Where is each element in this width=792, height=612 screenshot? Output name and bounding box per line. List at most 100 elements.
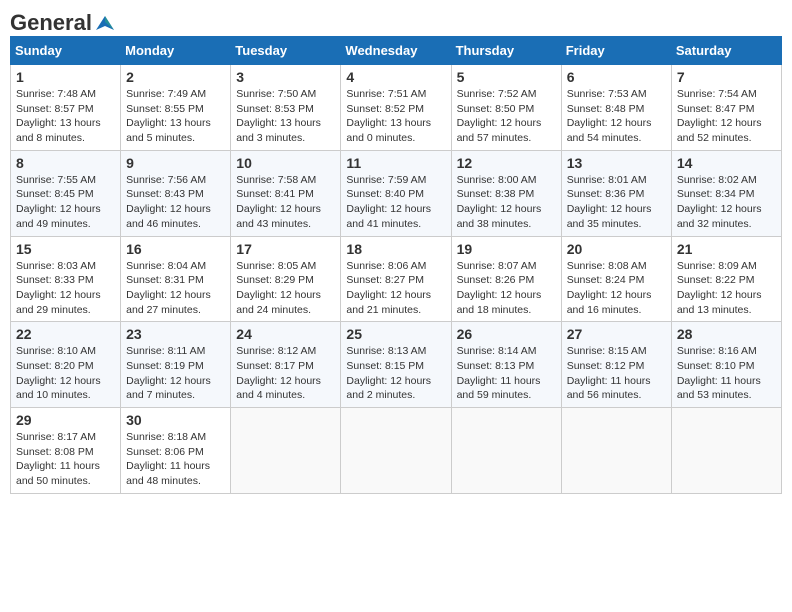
day-cell: 28 Sunrise: 8:16 AM Sunset: 8:10 PM Dayl… [671,322,781,408]
day-number: 17 [236,241,335,257]
day-cell: 20 Sunrise: 8:08 AM Sunset: 8:24 PM Dayl… [561,236,671,322]
day-cell: 23 Sunrise: 8:11 AM Sunset: 8:19 PM Dayl… [121,322,231,408]
logo-general: General [10,10,92,36]
day-cell: 24 Sunrise: 8:12 AM Sunset: 8:17 PM Dayl… [231,322,341,408]
day-cell: 21 Sunrise: 8:09 AM Sunset: 8:22 PM Dayl… [671,236,781,322]
day-number: 26 [457,326,556,342]
day-info: Sunrise: 8:03 AM Sunset: 8:33 PM Dayligh… [16,259,115,318]
day-info: Sunrise: 8:04 AM Sunset: 8:31 PM Dayligh… [126,259,225,318]
day-info: Sunrise: 8:07 AM Sunset: 8:26 PM Dayligh… [457,259,556,318]
day-number: 23 [126,326,225,342]
day-cell [671,408,781,494]
day-info: Sunrise: 7:59 AM Sunset: 8:40 PM Dayligh… [346,173,445,232]
day-info: Sunrise: 7:58 AM Sunset: 8:41 PM Dayligh… [236,173,335,232]
day-number: 11 [346,155,445,171]
day-cell: 19 Sunrise: 8:07 AM Sunset: 8:26 PM Dayl… [451,236,561,322]
day-info: Sunrise: 8:10 AM Sunset: 8:20 PM Dayligh… [16,344,115,403]
day-number: 13 [567,155,666,171]
day-info: Sunrise: 7:48 AM Sunset: 8:57 PM Dayligh… [16,87,115,146]
week-row-4: 22 Sunrise: 8:10 AM Sunset: 8:20 PM Dayl… [11,322,782,408]
day-cell: 8 Sunrise: 7:55 AM Sunset: 8:45 PM Dayli… [11,150,121,236]
day-info: Sunrise: 7:50 AM Sunset: 8:53 PM Dayligh… [236,87,335,146]
day-number: 27 [567,326,666,342]
day-info: Sunrise: 8:16 AM Sunset: 8:10 PM Dayligh… [677,344,776,403]
day-number: 15 [16,241,115,257]
day-cell: 16 Sunrise: 8:04 AM Sunset: 8:31 PM Dayl… [121,236,231,322]
day-cell: 26 Sunrise: 8:14 AM Sunset: 8:13 PM Dayl… [451,322,561,408]
weekday-header-saturday: Saturday [671,37,781,65]
day-number: 25 [346,326,445,342]
day-number: 4 [346,69,445,85]
day-number: 10 [236,155,335,171]
day-cell: 14 Sunrise: 8:02 AM Sunset: 8:34 PM Dayl… [671,150,781,236]
day-number: 22 [16,326,115,342]
day-info: Sunrise: 8:01 AM Sunset: 8:36 PM Dayligh… [567,173,666,232]
day-number: 5 [457,69,556,85]
weekday-header-wednesday: Wednesday [341,37,451,65]
day-info: Sunrise: 7:51 AM Sunset: 8:52 PM Dayligh… [346,87,445,146]
day-info: Sunrise: 7:55 AM Sunset: 8:45 PM Dayligh… [16,173,115,232]
day-number: 21 [677,241,776,257]
day-info: Sunrise: 8:11 AM Sunset: 8:19 PM Dayligh… [126,344,225,403]
day-number: 30 [126,412,225,428]
day-cell: 13 Sunrise: 8:01 AM Sunset: 8:36 PM Dayl… [561,150,671,236]
day-cell: 9 Sunrise: 7:56 AM Sunset: 8:43 PM Dayli… [121,150,231,236]
week-row-2: 8 Sunrise: 7:55 AM Sunset: 8:45 PM Dayli… [11,150,782,236]
day-cell: 11 Sunrise: 7:59 AM Sunset: 8:40 PM Dayl… [341,150,451,236]
day-cell: 25 Sunrise: 8:13 AM Sunset: 8:15 PM Dayl… [341,322,451,408]
day-cell: 2 Sunrise: 7:49 AM Sunset: 8:55 PM Dayli… [121,65,231,151]
day-cell: 4 Sunrise: 7:51 AM Sunset: 8:52 PM Dayli… [341,65,451,151]
day-info: Sunrise: 7:53 AM Sunset: 8:48 PM Dayligh… [567,87,666,146]
day-info: Sunrise: 8:00 AM Sunset: 8:38 PM Dayligh… [457,173,556,232]
weekday-header-tuesday: Tuesday [231,37,341,65]
day-number: 6 [567,69,666,85]
day-cell: 18 Sunrise: 8:06 AM Sunset: 8:27 PM Dayl… [341,236,451,322]
day-info: Sunrise: 7:52 AM Sunset: 8:50 PM Dayligh… [457,87,556,146]
week-row-3: 15 Sunrise: 8:03 AM Sunset: 8:33 PM Dayl… [11,236,782,322]
day-info: Sunrise: 8:09 AM Sunset: 8:22 PM Dayligh… [677,259,776,318]
day-info: Sunrise: 8:17 AM Sunset: 8:08 PM Dayligh… [16,430,115,489]
day-cell [231,408,341,494]
weekday-header-thursday: Thursday [451,37,561,65]
day-cell: 12 Sunrise: 8:00 AM Sunset: 8:38 PM Dayl… [451,150,561,236]
day-number: 2 [126,69,225,85]
day-cell: 30 Sunrise: 8:18 AM Sunset: 8:06 PM Dayl… [121,408,231,494]
day-info: Sunrise: 8:08 AM Sunset: 8:24 PM Dayligh… [567,259,666,318]
weekday-header-monday: Monday [121,37,231,65]
day-info: Sunrise: 7:56 AM Sunset: 8:43 PM Dayligh… [126,173,225,232]
day-info: Sunrise: 8:14 AM Sunset: 8:13 PM Dayligh… [457,344,556,403]
day-cell: 27 Sunrise: 8:15 AM Sunset: 8:12 PM Dayl… [561,322,671,408]
day-info: Sunrise: 8:12 AM Sunset: 8:17 PM Dayligh… [236,344,335,403]
day-cell: 5 Sunrise: 7:52 AM Sunset: 8:50 PM Dayli… [451,65,561,151]
day-info: Sunrise: 8:05 AM Sunset: 8:29 PM Dayligh… [236,259,335,318]
day-info: Sunrise: 8:02 AM Sunset: 8:34 PM Dayligh… [677,173,776,232]
day-number: 3 [236,69,335,85]
day-number: 24 [236,326,335,342]
logo: General [10,10,116,32]
day-number: 7 [677,69,776,85]
day-info: Sunrise: 8:18 AM Sunset: 8:06 PM Dayligh… [126,430,225,489]
calendar-table: SundayMondayTuesdayWednesdayThursdayFrid… [10,36,782,494]
day-cell: 10 Sunrise: 7:58 AM Sunset: 8:41 PM Dayl… [231,150,341,236]
day-cell [451,408,561,494]
day-number: 8 [16,155,115,171]
weekday-header-row: SundayMondayTuesdayWednesdayThursdayFrid… [11,37,782,65]
day-number: 14 [677,155,776,171]
day-number: 29 [16,412,115,428]
day-number: 18 [346,241,445,257]
day-info: Sunrise: 7:49 AM Sunset: 8:55 PM Dayligh… [126,87,225,146]
day-cell: 17 Sunrise: 8:05 AM Sunset: 8:29 PM Dayl… [231,236,341,322]
day-info: Sunrise: 8:15 AM Sunset: 8:12 PM Dayligh… [567,344,666,403]
day-cell: 29 Sunrise: 8:17 AM Sunset: 8:08 PM Dayl… [11,408,121,494]
day-number: 16 [126,241,225,257]
day-info: Sunrise: 8:13 AM Sunset: 8:15 PM Dayligh… [346,344,445,403]
day-number: 9 [126,155,225,171]
day-number: 20 [567,241,666,257]
day-cell: 7 Sunrise: 7:54 AM Sunset: 8:47 PM Dayli… [671,65,781,151]
day-cell: 22 Sunrise: 8:10 AM Sunset: 8:20 PM Dayl… [11,322,121,408]
day-cell: 15 Sunrise: 8:03 AM Sunset: 8:33 PM Dayl… [11,236,121,322]
page-header: General [10,10,782,32]
day-info: Sunrise: 7:54 AM Sunset: 8:47 PM Dayligh… [677,87,776,146]
day-cell: 6 Sunrise: 7:53 AM Sunset: 8:48 PM Dayli… [561,65,671,151]
day-cell: 3 Sunrise: 7:50 AM Sunset: 8:53 PM Dayli… [231,65,341,151]
